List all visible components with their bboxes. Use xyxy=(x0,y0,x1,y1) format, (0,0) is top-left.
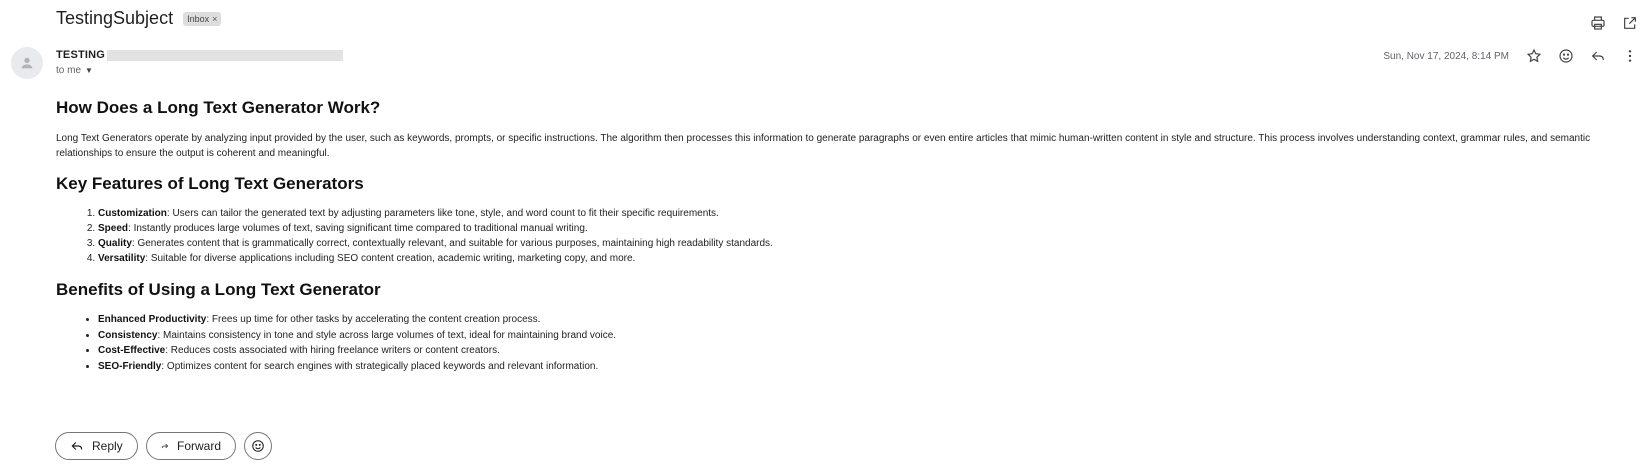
list-item: Enhanced Productivity: Frees up time for… xyxy=(98,312,616,328)
list-item: Quality: Generates content that is gramm… xyxy=(98,236,773,251)
show-details-dropdown[interactable]: ▼ xyxy=(85,66,93,75)
benefits-list: Enhanced Productivity: Frees up time for… xyxy=(56,312,616,374)
emoji-reaction-button[interactable] xyxy=(244,432,272,460)
forward-button[interactable]: Forward xyxy=(146,432,236,460)
reply-icon[interactable] xyxy=(1587,45,1609,67)
sender-avatar[interactable] xyxy=(11,47,43,79)
subject-row: TestingSubject Inbox × xyxy=(56,8,222,29)
print-icon[interactable] xyxy=(1587,12,1609,34)
email-subject: TestingSubject xyxy=(56,8,174,28)
sender-block: TESTING to me ▼ xyxy=(56,49,344,76)
features-list: Customization: Users can tailor the gene… xyxy=(56,206,773,266)
more-vert-icon[interactable] xyxy=(1619,45,1641,67)
heading-how-it-works: How Does a Long Text Generator Work? xyxy=(56,98,381,117)
heading-key-features: Key Features of Long Text Generators xyxy=(56,174,364,193)
email-date: Sun, Nov 17, 2024, 8:14 PM xyxy=(1383,50,1509,62)
person-icon xyxy=(21,57,33,69)
reply-label: Reply xyxy=(92,439,123,453)
list-item: Speed: Instantly produces large volumes … xyxy=(98,221,773,236)
list-item: SEO-Friendly: Optimizes content for sear… xyxy=(98,359,616,375)
top-actions xyxy=(1587,12,1641,34)
emoji-icon[interactable] xyxy=(1555,45,1577,67)
forward-label: Forward xyxy=(176,439,221,453)
list-item: Cost-Effective: Reduces costs associated… xyxy=(98,343,616,359)
list-item: Consistency: Maintains consistency in to… xyxy=(98,328,616,344)
open-in-new-window-icon[interactable] xyxy=(1619,12,1641,34)
star-icon[interactable] xyxy=(1523,45,1545,67)
list-item: Customization: Users can tailor the gene… xyxy=(98,206,773,221)
to-text: to me xyxy=(56,65,82,76)
sender-name: TESTING xyxy=(56,49,106,61)
sender-email-redacted xyxy=(107,49,344,61)
emoji-icon xyxy=(252,440,264,452)
email-view: TestingSubject Inbox × TESTING to me ▼ S… xyxy=(0,0,1649,470)
recipient-line: to me ▼ xyxy=(56,65,343,76)
reply-icon xyxy=(71,442,83,450)
remove-label-button[interactable]: × xyxy=(212,14,217,24)
message-meta: Sun, Nov 17, 2024, 8:14 PM xyxy=(1383,45,1641,67)
list-item: Versatility: Suitable for diverse applic… xyxy=(98,251,773,266)
label-text: Inbox xyxy=(187,13,210,24)
bottom-actions: Reply Forward xyxy=(55,432,272,460)
forward-icon xyxy=(161,443,169,449)
heading-benefits: Benefits of Using a Long Text Generator xyxy=(56,280,381,299)
body-paragraph: Long Text Generators operate by analyzin… xyxy=(56,133,1591,159)
inbox-label-chip: Inbox × xyxy=(183,11,222,26)
reply-button[interactable]: Reply xyxy=(55,432,138,460)
